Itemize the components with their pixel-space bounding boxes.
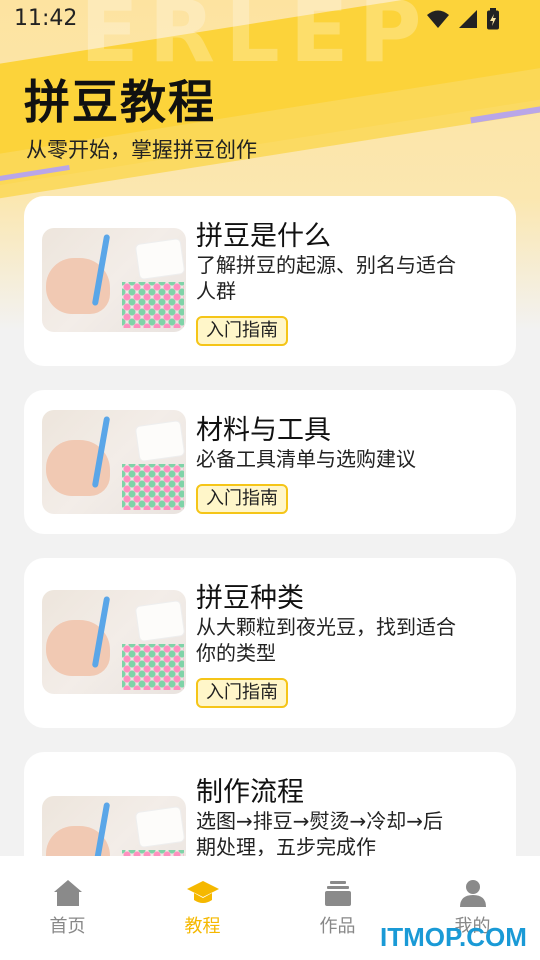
status-bar: 11:42 [0, 0, 540, 38]
user-icon [459, 880, 486, 907]
card-tag: 入门指南 [196, 484, 288, 514]
card-tag: 入门指南 [196, 678, 288, 708]
site-watermark: ITMOP.COM [380, 922, 527, 952]
card-title: 材料与工具 [196, 415, 331, 446]
status-time: 11:42 [14, 6, 78, 31]
page-subtitle: 从零开始，掌握拼豆创作 [26, 138, 257, 162]
wifi-icon [427, 10, 449, 28]
card-title: 拼豆是什么 [196, 221, 331, 252]
card-description: 必备工具清单与选购建议 [196, 447, 416, 471]
card-thumbnail-image [42, 228, 186, 332]
tutorial-card[interactable]: 拼豆种类 从大颗粒到夜光豆，找到适合你的类型 入门指南 [24, 558, 516, 728]
card-tag: 入门指南 [196, 316, 288, 346]
tutorial-card[interactable]: 材料与工具 必备工具清单与选购建议 入门指南 [24, 390, 516, 534]
nav-label: 教程 [184, 916, 221, 937]
card-description: 选图→排豆→熨烫→冷却→后期处理，五步完成作 [196, 809, 444, 859]
card-description: 从大颗粒到夜光豆，找到适合你的类型 [196, 615, 456, 665]
graduation-cap-icon [186, 881, 219, 903]
battery-charging-icon [487, 8, 499, 30]
card-thumbnail-image [42, 410, 186, 514]
tutorial-card[interactable]: 拼豆是什么 了解拼豆的起源、别名与适合人群 入门指南 [24, 196, 516, 366]
card-thumbnail-image [42, 590, 186, 694]
status-icons [426, 8, 500, 30]
card-description: 了解拼豆的起源、别名与适合人群 [196, 253, 456, 303]
nav-item-home[interactable]: 首页 [0, 856, 135, 960]
card-title: 拼豆种类 [196, 583, 304, 614]
stack-icon [324, 881, 351, 906]
signal-icon [459, 10, 477, 28]
nav-label: 首页 [49, 916, 86, 937]
page-title: 拼豆教程 [24, 75, 216, 129]
card-title: 制作流程 [196, 777, 304, 808]
nav-label: 作品 [319, 916, 356, 937]
nav-item-tutorial[interactable]: 教程 [135, 856, 270, 960]
home-icon [53, 880, 82, 906]
